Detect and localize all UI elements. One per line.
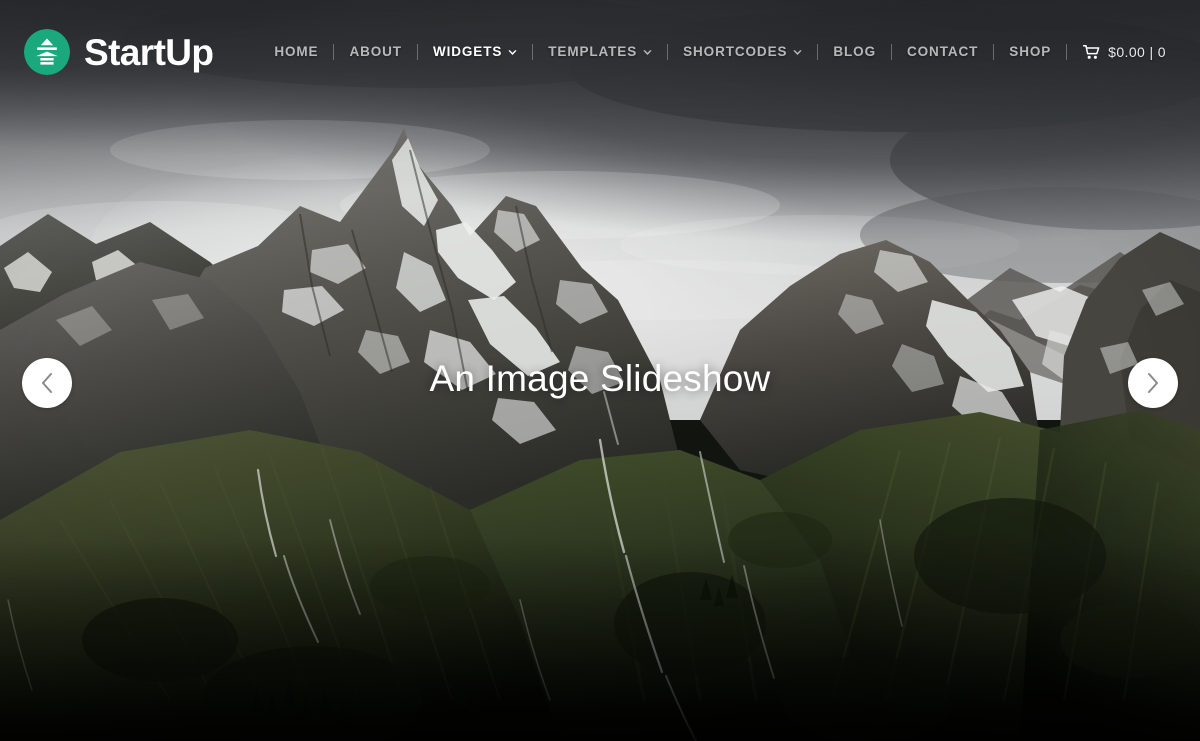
cart-total-text: $0.00 | 0 — [1108, 44, 1166, 60]
nav-separator — [993, 44, 995, 60]
chevron-down-icon — [793, 49, 802, 56]
pagoda-tree-logo-icon — [24, 29, 70, 75]
nav-separator — [416, 44, 418, 60]
chevron-left-icon — [40, 372, 54, 394]
nav-item-about: ABOUT — [336, 45, 415, 59]
page-root: StartUp HOME ABOUT WIDGETS TEMPLATES SHO… — [0, 0, 1200, 741]
nav-separator — [891, 44, 892, 60]
site-title: StartUp — [84, 31, 214, 73]
nav-item-cart: $0.00 | 0 — [1069, 44, 1170, 60]
cart-link[interactable]: $0.00 | 0 — [1069, 44, 1170, 60]
nav-label-home: HOME — [274, 44, 319, 60]
nav-item-blog: BLOG — [820, 45, 889, 59]
nav-separator — [1066, 44, 1068, 60]
chevron-down-icon — [643, 49, 652, 56]
nav-item-contact: CONTACT — [894, 45, 991, 59]
nav-link-home[interactable]: HOME — [261, 45, 331, 59]
shopping-cart-icon — [1083, 44, 1100, 60]
chevron-down-icon — [508, 49, 517, 56]
primary-navigation: HOME ABOUT WIDGETS TEMPLATES SHORTCODES … — [261, 0, 1170, 104]
nav-label-about: ABOUT — [349, 44, 402, 60]
nav-item-shortcodes: SHORTCODES — [670, 45, 815, 59]
nav-item-templates: TEMPLATES — [535, 45, 665, 59]
chevron-right-icon — [1146, 372, 1160, 394]
nav-label-contact: CONTACT — [907, 44, 979, 60]
site-logo[interactable]: StartUp — [24, 29, 214, 75]
slider-prev-button[interactable] — [22, 358, 72, 408]
nav-separator — [817, 44, 819, 60]
nav-separator — [333, 44, 335, 60]
hero-background-image — [0, 0, 1200, 741]
nav-separator — [532, 44, 534, 60]
nav-label-shop: SHOP — [1009, 44, 1052, 60]
nav-item-shop: SHOP — [996, 45, 1064, 59]
nav-link-shop[interactable]: SHOP — [996, 45, 1064, 59]
nav-item-widgets: WIDGETS — [420, 45, 530, 59]
nav-link-contact[interactable]: CONTACT — [894, 45, 991, 59]
nav-label-templates: TEMPLATES — [548, 44, 638, 60]
hero-slideshow — [0, 0, 1200, 741]
nav-item-home: HOME — [261, 45, 331, 59]
nav-link-about[interactable]: ABOUT — [336, 45, 415, 59]
nav-link-widgets[interactable]: WIDGETS — [420, 45, 530, 59]
nav-label-shortcodes: SHORTCODES — [683, 44, 788, 60]
slider-next-button[interactable] — [1128, 358, 1178, 408]
nav-label-widgets: WIDGETS — [432, 44, 503, 60]
nav-link-shortcodes[interactable]: SHORTCODES — [670, 45, 815, 59]
nav-list: HOME ABOUT WIDGETS TEMPLATES SHORTCODES … — [261, 44, 1170, 60]
nav-link-templates[interactable]: TEMPLATES — [535, 45, 665, 59]
nav-label-blog: BLOG — [833, 44, 876, 60]
site-header: StartUp HOME ABOUT WIDGETS TEMPLATES SHO… — [0, 0, 1200, 104]
nav-link-blog[interactable]: BLOG — [820, 45, 889, 59]
nav-separator — [667, 44, 669, 60]
